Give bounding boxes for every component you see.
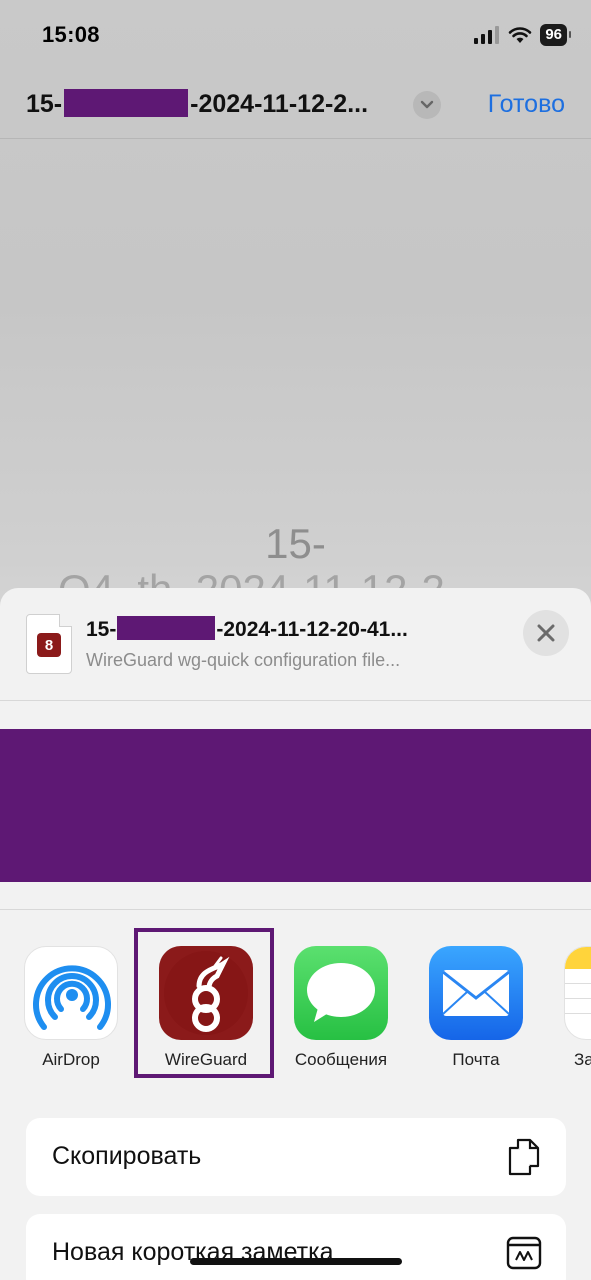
document-title[interactable]: 15- -2024-11-12-2... [26,89,369,119]
divider [0,909,591,910]
status-bar: 15:08 96 [0,0,591,72]
file-icon: 8 [26,614,72,674]
redaction-mark [117,616,216,641]
wifi-icon [509,27,532,43]
share-sheet: 8 15- -2024-11-12-20-41... WireGuard wg-q… [0,588,591,1280]
app-label: За [574,1050,591,1069]
wireguard-file-icon: 8 [37,633,61,657]
action-copy[interactable]: Скопировать [26,1118,566,1196]
redacted-region [0,729,591,882]
file-name: 15- -2024-11-12-20-41... [86,616,408,642]
chevron-down-icon[interactable] [413,91,441,119]
airdrop-icon [24,946,118,1040]
highlight-box [134,928,274,1078]
app-mail[interactable]: Почта [421,946,531,1070]
app-label: AirDrop [42,1050,100,1069]
file-name-suffix: -2024-11-12-20-41... [216,618,408,641]
home-indicator[interactable] [190,1258,402,1265]
quick-note-icon [506,1236,542,1270]
preview-title-line1: 15- [265,520,326,567]
copy-icon [508,1138,540,1176]
status-icons: 96 [474,24,571,46]
title-suffix: -2024-11-12-2... [190,90,369,118]
title-prefix: 15- [26,90,63,118]
battery-icon: 96 [540,24,571,46]
navigation-bar: 15- -2024-11-12-2... Готово [0,72,591,139]
mail-icon [429,946,523,1040]
apps-row: AirDrop WireGuard Сообщения Почта За [0,946,591,1076]
app-airdrop[interactable]: AirDrop [16,946,126,1070]
file-header: 8 15- -2024-11-12-20-41... WireGuard wg-q… [0,588,591,701]
app-messages[interactable]: Сообщения [286,946,396,1070]
redaction-mark [64,89,189,118]
file-name-prefix: 15- [86,618,117,641]
app-label: Сообщения [294,1050,388,1069]
action-quick-note[interactable]: Новая короткая заметка [26,1214,566,1280]
action-label: Скопировать [52,1142,202,1170]
app-label: Почта [452,1050,500,1069]
done-button[interactable]: Готово [488,90,565,119]
close-icon [537,624,555,642]
messages-icon [294,946,388,1040]
signal-icon [474,26,500,44]
app-notes[interactable]: За [556,946,591,1070]
close-button[interactable] [523,610,569,656]
status-time: 15:08 [42,22,100,47]
notes-icon [564,946,591,1040]
file-description: WireGuard wg-quick configuration file... [86,650,401,670]
